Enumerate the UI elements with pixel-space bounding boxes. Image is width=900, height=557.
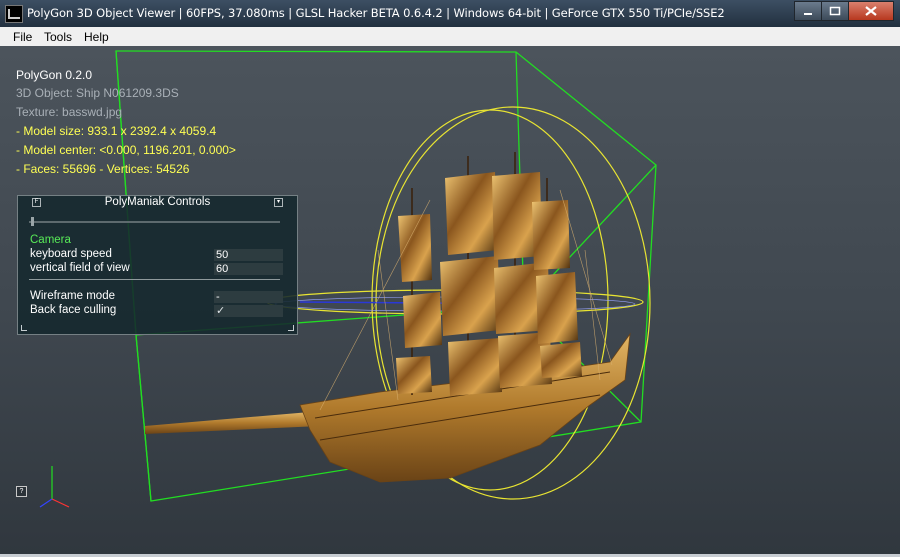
panel-scroll-thumb[interactable] [31, 217, 34, 226]
backface-culling-checkbox[interactable]: ✓ [214, 305, 283, 317]
wireframe-toggle[interactable]: - [214, 291, 283, 303]
app-version: PolyGon 0.2.0 [16, 68, 93, 82]
panel-collapse-icon[interactable]: ▾ [274, 198, 283, 207]
panel-title[interactable]: PolyManiak Controls [18, 196, 297, 209]
camera-section-label: Camera [30, 234, 71, 246]
fov-label: vertical field of view [30, 262, 130, 274]
model-size: - Model size: 933.1 x 2392.4 x 4059.4 [16, 124, 217, 138]
minimize-icon [804, 13, 812, 15]
axis-gizmo [39, 466, 70, 508]
title-bar: PolyGon 3D Object Viewer | 60FPS, 37.080… [0, 0, 900, 27]
keyboard-speed-label: keyboard speed [30, 248, 112, 260]
menu-tools[interactable]: Tools [44, 30, 72, 44]
wireframe-label: Wireframe mode [30, 290, 115, 302]
minimize-button[interactable] [794, 1, 822, 21]
object-name: 3D Object: Ship N061209.3DS [16, 86, 179, 100]
keyboard-speed-field[interactable]: 50 [214, 249, 283, 261]
panel-corner-bl [21, 325, 27, 331]
close-button[interactable] [848, 1, 894, 21]
window-controls [794, 1, 894, 21]
panel-separator [29, 279, 280, 280]
model-center: - Model center: <0.000, 1196.201, 0.000> [16, 143, 236, 157]
menu-help[interactable]: Help [84, 30, 109, 44]
menu-file[interactable]: File [13, 30, 32, 44]
texture-name: Texture: basswd.jpg [16, 105, 123, 119]
panel-scroll-track[interactable] [29, 221, 280, 223]
close-icon [865, 6, 877, 16]
maximize-button[interactable] [821, 1, 849, 21]
controls-panel[interactable]: F PolyManiak Controls ▾ Camera keyboard … [17, 195, 298, 335]
faces-vertices: - Faces: 55696 - Vertices: 54526 [16, 162, 190, 176]
window-title: PolyGon 3D Object Viewer | 60FPS, 37.080… [27, 6, 725, 20]
help-icon[interactable]: ? [16, 486, 27, 497]
menu-bar: File Tools Help [0, 27, 900, 47]
maximize-icon [829, 6, 841, 16]
panel-resize-handle[interactable] [288, 325, 294, 331]
fov-field[interactable]: 60 [214, 263, 283, 275]
3d-viewport[interactable]: PolyGon 0.2.0 3D Object: Ship N061209.3D… [0, 46, 900, 557]
app-icon [5, 5, 23, 23]
backface-culling-label: Back face culling [30, 304, 117, 316]
